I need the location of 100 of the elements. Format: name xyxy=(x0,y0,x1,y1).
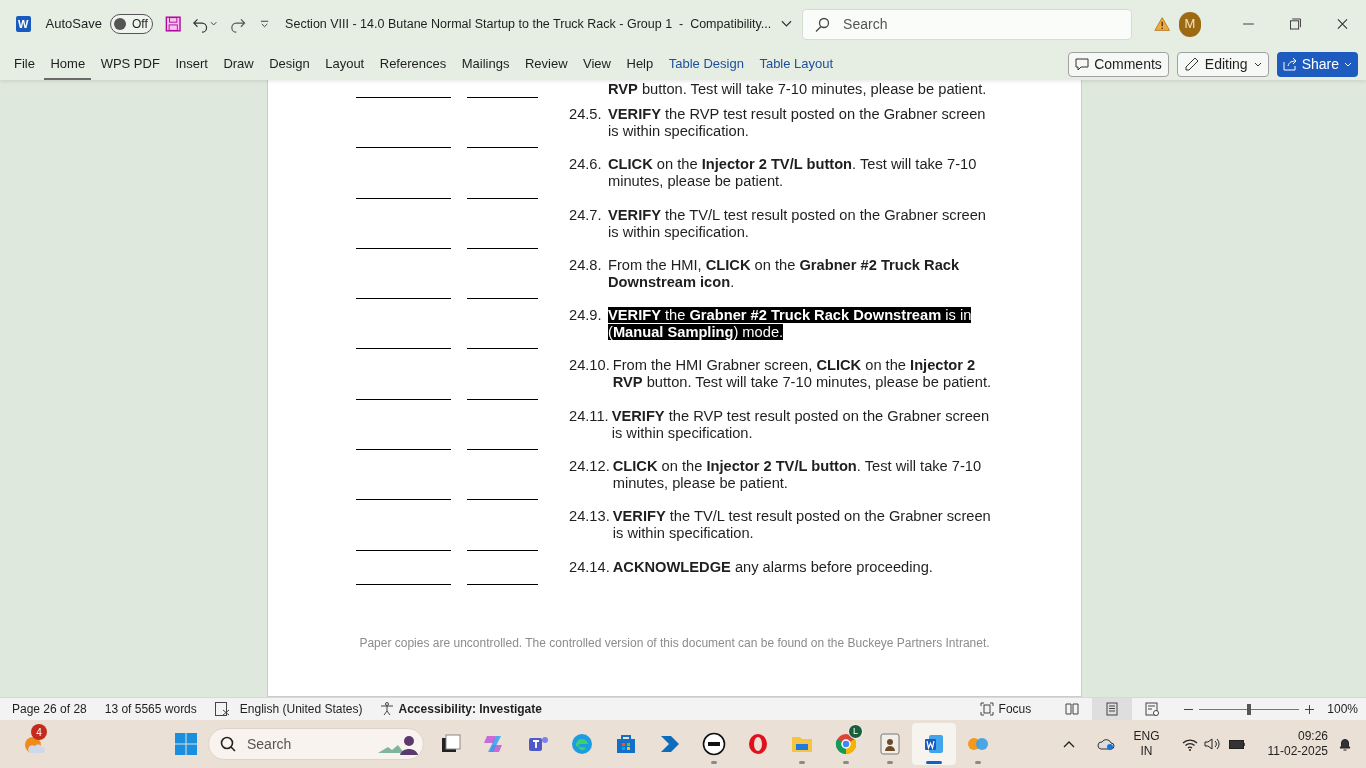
print-view-icon xyxy=(1105,702,1120,716)
page-count[interactable]: Page 26 of 28 xyxy=(12,700,87,718)
ribbon-tab[interactable]: Mailings xyxy=(455,48,516,80)
step-text: VERIFY the TV/L test result posted on the Grabner screen is within specification. xyxy=(608,206,987,242)
running-indicator xyxy=(843,761,849,764)
focus-icon xyxy=(979,702,994,716)
editing-button[interactable]: Editing xyxy=(1176,51,1269,77)
ribbon-tab[interactable]: Layout xyxy=(319,48,371,80)
ribbon-tab[interactable]: Table Layout xyxy=(753,48,840,80)
ribbon-tab[interactable]: Design xyxy=(263,48,316,80)
ribbon-tab[interactable]: References xyxy=(373,48,453,80)
word-app-icon: W xyxy=(16,16,31,32)
user-avatar[interactable]: M xyxy=(1178,11,1202,37)
step-text: RVP button. Test will take 7-10 minutes, please be patient. xyxy=(608,81,987,99)
restore-icon[interactable] xyxy=(1290,18,1302,30)
fill-in-line xyxy=(467,147,538,149)
step-text: From the HMI Grabner screen, CLICK on the Injector 2 RVP button. Test will take 7-10 minutes, please be patient. xyxy=(612,357,993,393)
share-button[interactable]: Share xyxy=(1276,51,1358,77)
ribbon-tab[interactable]: WPS PDF xyxy=(94,48,166,80)
search-icon xyxy=(814,16,831,33)
proofing-icon[interactable] xyxy=(214,702,230,716)
fill-in-line xyxy=(467,449,538,451)
ribbon-tab[interactable]: Help xyxy=(620,48,660,80)
cloud-sync-icon[interactable] xyxy=(1097,737,1116,751)
page-footer: Paper copies are uncontrolled. The controlled version of this document can be found on the Buckeye Partners Intranet. xyxy=(268,633,1081,652)
step-number: 24.8. xyxy=(569,256,603,275)
step-number: 24.10. xyxy=(569,357,611,376)
input-region[interactable]: IN xyxy=(1140,744,1153,759)
customize-icon[interactable] xyxy=(260,19,270,29)
step-text: CLICK on the Injector 2 TV/L button. Test will take 7-10 minutes, please be patient. xyxy=(612,458,983,494)
fill-in-line xyxy=(467,499,538,501)
fill-in-line xyxy=(467,97,538,98)
step-text: VERIFY the RVP test result posted on the Grabner screen is within specification. xyxy=(608,106,987,141)
step-number: 24.13. xyxy=(569,508,611,527)
clock-time[interactable]: 09:26 xyxy=(1297,729,1328,744)
fill-in-line xyxy=(467,348,538,350)
windows-start-icon[interactable] xyxy=(174,732,198,756)
ribbon-tab[interactable]: File xyxy=(8,48,41,80)
fill-in-line xyxy=(467,549,538,551)
step-text: From the HMI, CLICK on the Grabner #2 Truck Rack Downstream icon. xyxy=(608,256,961,292)
ribbon-tab[interactable]: View xyxy=(577,48,617,80)
running-indicator xyxy=(926,761,942,764)
step-number: 24.11. xyxy=(569,407,610,426)
autosave-label: AutoSave xyxy=(45,15,102,34)
pencil-icon xyxy=(1183,56,1199,72)
search-icon xyxy=(220,736,236,752)
word-count[interactable]: 13 of 5565 words xyxy=(104,700,197,718)
accessibility-status[interactable]: Accessibility: Investigate xyxy=(398,700,542,718)
comments-button[interactable]: Comments xyxy=(1068,51,1169,77)
save-icon[interactable] xyxy=(164,15,181,33)
step-number: 24.12. xyxy=(569,458,611,477)
opera-icon xyxy=(746,732,770,756)
caret-icon xyxy=(1344,61,1352,67)
ribbon-tab[interactable]: Table Design xyxy=(662,48,750,80)
close-icon[interactable] xyxy=(1337,18,1348,30)
running-indicator xyxy=(887,761,893,764)
word-taskbar-button[interactable] xyxy=(912,723,956,765)
chrome-icon xyxy=(834,732,858,756)
clock-date[interactable]: 11-02-2025 xyxy=(1267,744,1328,759)
step-text: VERIFY the RVP test result posted on the Grabner screen is within specification. xyxy=(611,407,991,443)
wifi-icon[interactable] xyxy=(1181,737,1198,751)
ribbon-tab[interactable]: Draw xyxy=(217,48,260,80)
accessibility-icon[interactable] xyxy=(379,702,394,716)
focus-button[interactable]: Focus xyxy=(976,700,1035,718)
profile-badge: L xyxy=(848,724,863,739)
language-status[interactable]: English (United States) xyxy=(239,700,363,718)
app-icon xyxy=(878,732,902,756)
chrome-taskbar-button[interactable]: L xyxy=(824,723,868,765)
caret-icon[interactable] xyxy=(210,21,218,27)
step-number: 24.14. xyxy=(569,558,611,577)
zoom-level[interactable]: 100% xyxy=(1327,700,1358,718)
word-icon xyxy=(922,732,946,756)
step-text: ACKNOWLEDGE any alarms before proceeding. xyxy=(612,558,934,577)
zoom-in-icon[interactable] xyxy=(1305,704,1315,714)
step-number: 24.6. xyxy=(569,156,603,175)
print-view-button[interactable] xyxy=(1092,698,1133,720)
fill-in-line xyxy=(467,247,538,249)
store-icon xyxy=(614,732,638,756)
warning-icon[interactable] xyxy=(1154,16,1171,32)
chevron-down-icon[interactable] xyxy=(781,20,793,28)
ribbon-tab[interactable]: Insert xyxy=(169,48,214,80)
zoom-slider-thumb[interactable] xyxy=(1247,703,1252,715)
fill-in-line xyxy=(467,298,538,300)
caret-icon xyxy=(1253,61,1262,67)
chevron-up-icon[interactable] xyxy=(1063,740,1076,748)
input-language[interactable]: ENG xyxy=(1133,729,1160,744)
web-view-icon xyxy=(1145,702,1160,716)
notification-bell-icon[interactable] xyxy=(1338,736,1352,752)
volume-icon[interactable] xyxy=(1203,737,1221,751)
ribbon-tab[interactable]: Home xyxy=(44,48,92,80)
search-field[interactable]: Search xyxy=(802,8,1133,40)
battery-icon[interactable] xyxy=(1227,738,1246,750)
ribbon-tab[interactable]: Review xyxy=(518,48,574,80)
taskbar-search-field[interactable]: Search xyxy=(208,728,424,760)
autosave-toggle[interactable]: Off xyxy=(109,14,153,34)
running-indicator xyxy=(799,761,805,764)
step-text: CLICK on the Injector 2 TV/L button. Test will take 7-10 minutes, please be patient. xyxy=(608,156,978,192)
running-indicator xyxy=(975,761,981,764)
step-number: 24.9. xyxy=(569,307,603,326)
fill-in-line xyxy=(467,398,538,400)
